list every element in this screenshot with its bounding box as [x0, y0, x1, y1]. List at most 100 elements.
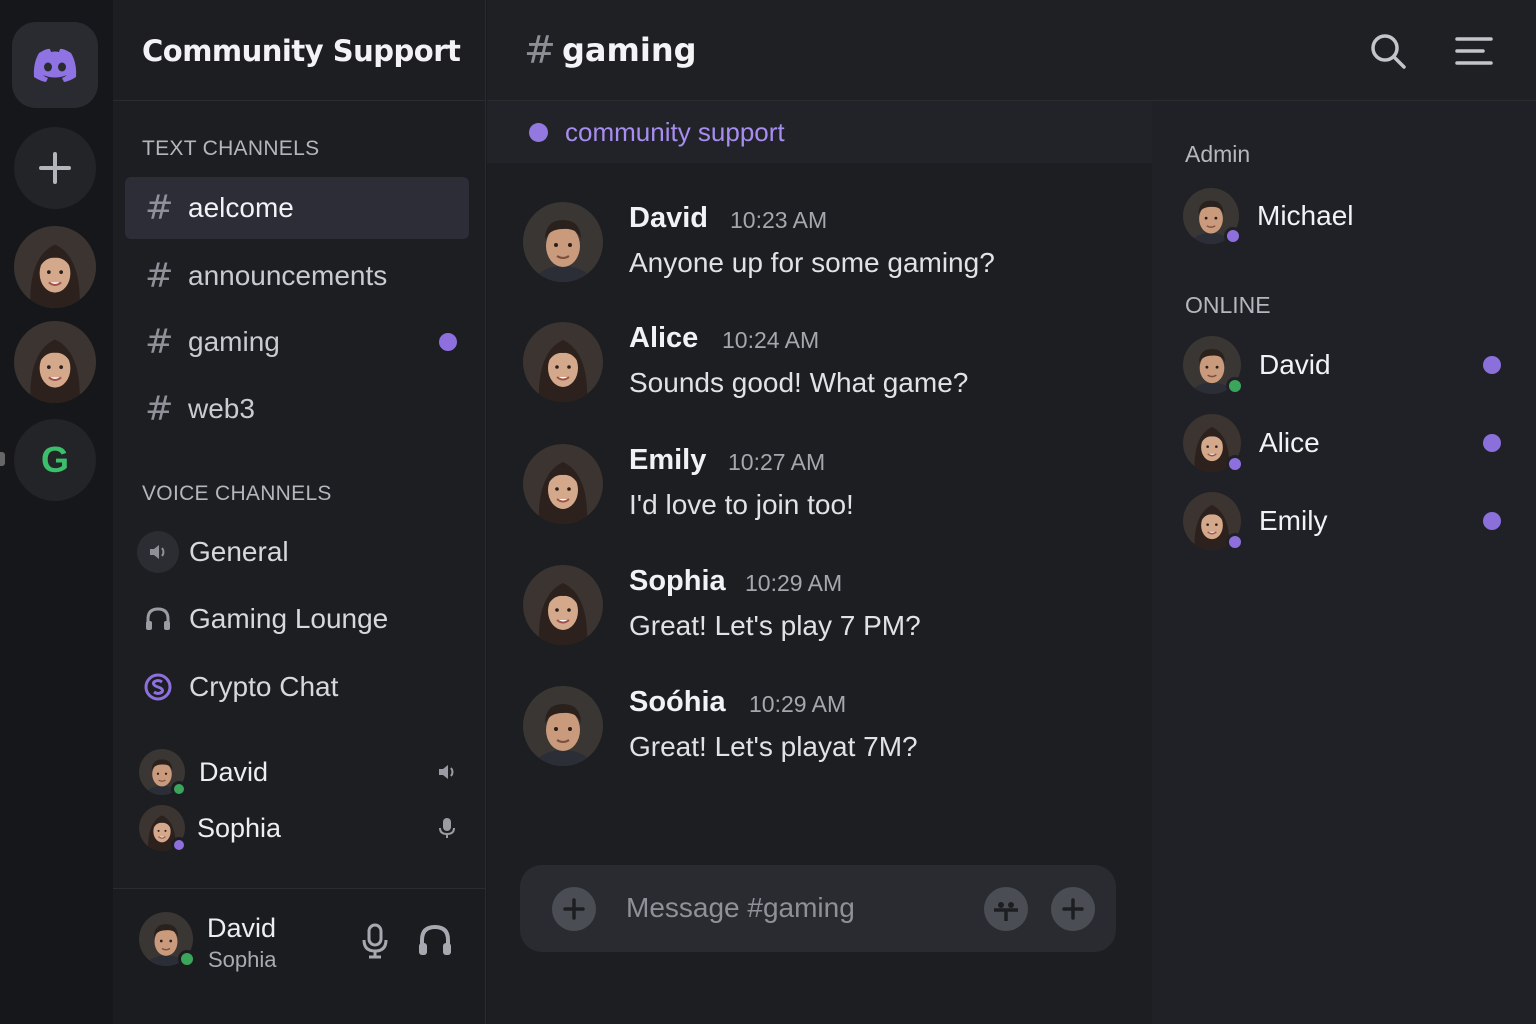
voice-channel-crypto-chat[interactable]: Crypto Chat [137, 661, 467, 713]
message: Soóhia 10:29 AM Great! Let's playat 7M? [523, 686, 1143, 786]
message-author[interactable]: Emily [629, 444, 706, 477]
server-avatar[interactable] [14, 321, 96, 403]
channel-sidebar: Community Support TEXT CHANNELS # aelcom… [113, 0, 486, 1024]
server-rail: G [0, 0, 113, 1024]
crypto-icon [137, 666, 179, 708]
channel-item[interactable]: # web3 [125, 378, 469, 440]
member-list: Admin Michael ONLINE David Alice Emily [1152, 101, 1536, 1024]
hash-icon: # [145, 188, 174, 228]
server-avatar[interactable] [14, 226, 96, 308]
main-area: # gaming community support David 10:23 A… [487, 0, 1536, 1024]
voice-user-name: David [199, 756, 269, 787]
voice-user-name: Sophia [197, 812, 282, 843]
server-header[interactable]: Community Support [113, 0, 485, 101]
channel-title: gaming [562, 31, 697, 69]
home-button[interactable] [12, 22, 98, 108]
avatar[interactable] [523, 322, 603, 402]
message-author[interactable]: Sophia [629, 565, 726, 598]
server-name: Community Support [142, 34, 461, 68]
channel-header: # gaming [487, 0, 1536, 101]
voice-channels-header[interactable]: VOICE CHANNELS [142, 482, 332, 506]
avatar [139, 749, 187, 797]
voice-channel-name: Gaming Lounge [189, 603, 389, 634]
menu-button[interactable] [1453, 30, 1495, 72]
channel-topic: community support [565, 116, 785, 147]
avatar[interactable] [523, 565, 603, 645]
headphones-icon [137, 598, 179, 640]
search-icon [1371, 34, 1406, 69]
admin-header: Admin [1185, 141, 1251, 167]
add-server-button[interactable] [14, 127, 96, 209]
message: David 10:23 AM Anyone up for some gaming… [523, 202, 1143, 302]
add-button[interactable] [1051, 887, 1095, 931]
avatar [14, 321, 96, 403]
hash-icon: # [145, 389, 174, 429]
member-name: Alice [1259, 427, 1320, 458]
hash-icon: # [145, 322, 174, 362]
hash-icon: # [524, 28, 556, 72]
voice-user-david[interactable]: David [139, 747, 459, 797]
channel-item[interactable]: # gaming [125, 311, 469, 373]
search-button[interactable] [1367, 30, 1409, 72]
emoji-icon [994, 902, 1018, 921]
member-item[interactable]: Michael [1183, 187, 1513, 245]
message-author[interactable]: Alice [629, 322, 698, 355]
channel-name: aelcome [188, 192, 294, 223]
server-indicator [0, 452, 5, 466]
avatar [1183, 188, 1242, 245]
voice-channel-general[interactable]: General [137, 526, 467, 578]
avatar [1183, 414, 1244, 473]
microphone-icon [362, 923, 388, 959]
headphones-icon [419, 924, 451, 955]
message: Emily 10:27 AM I'd love to join too! [523, 444, 1143, 544]
message-composer: Message #gaming [520, 865, 1116, 952]
user-panel: David Sophia [113, 888, 485, 1024]
channel-name: announcements [188, 260, 388, 291]
speaker-icon [435, 760, 459, 791]
voice-channel-gaming-lounge[interactable]: Gaming Lounge [137, 593, 467, 645]
status-online-indicator [171, 781, 187, 797]
activity-dot [1483, 512, 1501, 530]
message-text: Great! Let's playat 7M? [629, 731, 918, 762]
member-item[interactable]: Alice [1183, 414, 1513, 473]
activity-dot [1483, 434, 1501, 452]
channel-item[interactable]: # announcements [125, 245, 469, 307]
member-item[interactable]: David [1183, 336, 1513, 395]
message-time: 10:23 AM [730, 207, 828, 233]
message-time: 10:27 AM [728, 449, 826, 475]
status-indicator [1226, 533, 1244, 551]
voice-user-sophia[interactable]: Sophia [139, 803, 459, 853]
user-subtitle: Sophia [208, 947, 277, 972]
plus-icon [39, 152, 71, 184]
avatar[interactable] [139, 912, 196, 968]
channel-topic-bar[interactable]: community support [487, 101, 1152, 163]
status-idle-indicator [171, 837, 187, 853]
server-g-button[interactable]: G [14, 419, 96, 501]
emoji-button[interactable] [984, 887, 1028, 931]
avatar[interactable] [523, 444, 603, 524]
text-channels-header[interactable]: TEXT CHANNELS [142, 137, 319, 161]
discord-logo-icon [33, 48, 77, 82]
message-text: Great! Let's play 7 PM? [629, 610, 921, 641]
message-author[interactable]: David [629, 202, 708, 235]
message-author[interactable]: Soóhia [629, 686, 726, 719]
message-time: 10:29 AM [749, 691, 847, 717]
chat-pane: community support David 10:23 AM Anyone … [487, 101, 1152, 1024]
avatar[interactable] [523, 202, 603, 282]
member-item[interactable]: Emily [1183, 492, 1513, 551]
message-text: Anyone up for some gaming? [629, 247, 995, 278]
avatar [14, 226, 96, 308]
headphones-button[interactable] [416, 921, 454, 963]
user-name: David [207, 913, 277, 943]
channel-item[interactable]: # aelcome [125, 177, 469, 239]
member-name: Michael [1257, 200, 1354, 231]
plus-icon [563, 898, 585, 920]
microphone-button[interactable] [358, 923, 392, 963]
attach-button[interactable] [552, 887, 596, 931]
message: Sophia 10:29 AM Great! Let's play 7 PM? [523, 565, 1143, 665]
message-time: 10:24 AM [722, 327, 820, 353]
message-input[interactable]: Message #gaming [626, 892, 855, 924]
avatar [1183, 336, 1244, 395]
avatar[interactable] [523, 686, 603, 766]
plus-icon [1062, 898, 1084, 920]
